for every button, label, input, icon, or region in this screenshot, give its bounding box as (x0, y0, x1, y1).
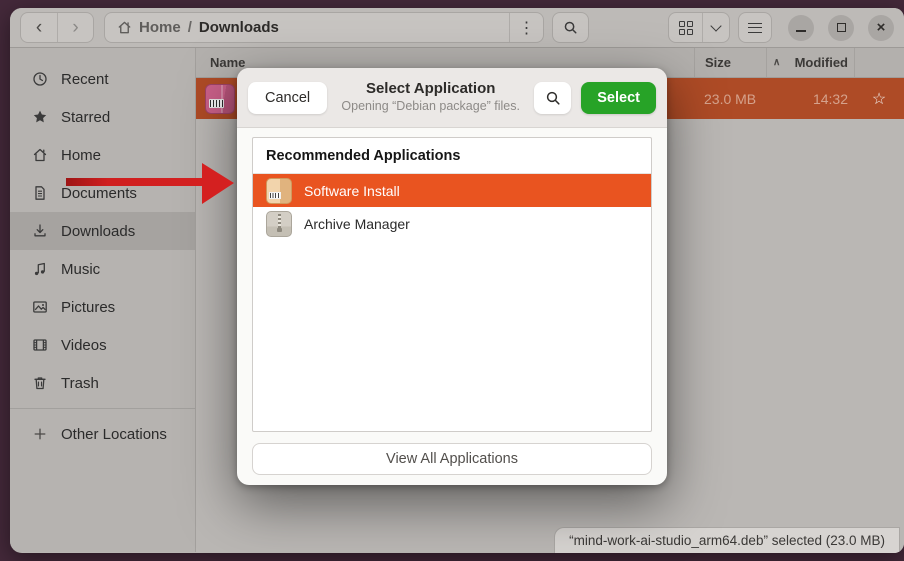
app-row-software-install[interactable]: Software Install (253, 174, 651, 207)
view-toggle-group (668, 12, 730, 43)
home-icon (117, 20, 132, 35)
dialog-header: Cancel Select Application Opening “Debia… (237, 68, 667, 128)
star-toggle[interactable]: ☆ (854, 78, 904, 119)
application-list-panel: Recommended Applications Software Instal… (252, 137, 652, 432)
document-icon (32, 185, 48, 201)
sidebar-item-music[interactable]: Music (10, 250, 195, 288)
sidebar-item-pictures[interactable]: Pictures (10, 288, 195, 326)
status-text: “mind-work-ai-studio_arm64.deb” selected… (569, 533, 885, 548)
clock-icon (32, 71, 48, 87)
close-icon: × (877, 20, 886, 35)
sidebar-item-videos[interactable]: Videos (10, 326, 195, 364)
dialog-subtitle: Opening “Debian package” files. (337, 99, 524, 115)
music-note-icon (32, 261, 48, 277)
column-header-modified-label: Modified (795, 55, 848, 70)
chevron-down-icon (711, 20, 722, 31)
sidebar-item-downloads[interactable]: Downloads (10, 212, 195, 250)
deb-package-icon (205, 84, 235, 114)
sidebar-item-label: Downloads (61, 223, 135, 240)
app-name-label: Software Install (304, 183, 400, 199)
cancel-button[interactable]: Cancel (248, 82, 327, 114)
column-header-star[interactable] (854, 48, 904, 77)
select-button[interactable]: Select (581, 82, 656, 114)
app-name-label: Archive Manager (304, 216, 410, 232)
sidebar-separator (10, 408, 195, 409)
search-icon (563, 20, 578, 35)
select-application-dialog: Cancel Select Application Opening “Debia… (237, 68, 667, 485)
forward-button[interactable]: › (57, 13, 93, 42)
back-button[interactable]: ‹ (21, 13, 57, 42)
home-icon (32, 147, 48, 163)
search-button[interactable] (553, 13, 588, 42)
grid-view-icon (679, 21, 693, 35)
breadcrumb-current[interactable]: Downloads (199, 19, 279, 36)
software-install-icon (266, 178, 292, 204)
status-bar: “mind-work-ai-studio_arm64.deb” selected… (554, 527, 900, 553)
red-annotation-arrow (64, 160, 236, 206)
dialog-title: Select Application (337, 80, 524, 99)
minimize-icon (796, 30, 806, 32)
sidebar-item-recent[interactable]: Recent (10, 60, 195, 98)
close-button[interactable]: × (868, 15, 894, 41)
grid-view-button[interactable] (669, 13, 702, 42)
picture-icon (32, 299, 48, 315)
view-all-applications-button[interactable]: View All Applications (252, 443, 652, 475)
path-bar[interactable]: Home / Downloads ⋮ (104, 12, 544, 43)
sidebar-item-label: Starred (61, 109, 110, 126)
menu-button-group (738, 12, 772, 43)
dialog-body: Recommended Applications Software Instal… (237, 128, 667, 475)
breadcrumb: Home / Downloads (117, 19, 509, 36)
sidebar-item-trash[interactable]: Trash (10, 364, 195, 402)
sidebar-item-other-locations[interactable]: Other Locations (10, 415, 195, 453)
sort-ascending-icon: ∧ (773, 57, 780, 68)
sidebar-item-label: Pictures (61, 299, 115, 316)
titlebar: ‹ › Home / Downloads ⋮ (10, 8, 904, 48)
archive-manager-icon (266, 211, 292, 237)
hamburger-icon (748, 23, 762, 33)
star-icon (32, 109, 48, 125)
sidebar-item-label: Videos (61, 337, 107, 354)
column-header-size[interactable]: Size (694, 48, 766, 77)
download-icon (32, 223, 48, 239)
search-icon (545, 90, 561, 106)
sidebar-item-label: Other Locations (61, 426, 167, 443)
plus-icon (32, 426, 48, 442)
sidebar-item-label: Music (61, 261, 100, 278)
breadcrumb-home[interactable]: Home (139, 19, 181, 36)
minimize-button[interactable] (788, 15, 814, 41)
kebab-icon: ⋮ (519, 18, 535, 38)
sidebar: Recent Starred Home Documents Downloads … (10, 48, 196, 552)
window-controls: × (788, 15, 894, 41)
titlebar-right-cluster: × (668, 12, 894, 43)
file-modified-cell: 14:32 (766, 78, 854, 119)
app-row-archive-manager[interactable]: Archive Manager (253, 207, 651, 240)
recommended-section-header: Recommended Applications (253, 138, 651, 174)
maximize-button[interactable] (828, 15, 854, 41)
film-icon (32, 337, 48, 353)
breadcrumb-separator: / (188, 19, 192, 36)
maximize-icon (837, 23, 846, 32)
file-size-cell: 23.0 MB (694, 78, 766, 119)
hamburger-menu-button[interactable] (739, 13, 771, 42)
search-button-group (552, 12, 589, 43)
dialog-search-button[interactable] (534, 82, 571, 114)
column-header-modified[interactable]: ∧ Modified (766, 48, 854, 77)
dialog-titles: Select Application Opening “Debian packa… (337, 80, 524, 114)
sidebar-item-starred[interactable]: Starred (10, 98, 195, 136)
sidebar-item-label: Recent (61, 71, 109, 88)
sidebar-item-label: Trash (61, 375, 99, 392)
view-options-button[interactable] (702, 13, 729, 42)
star-outline-icon: ☆ (872, 89, 886, 109)
path-menu-button[interactable]: ⋮ (509, 13, 543, 42)
trash-icon (32, 375, 48, 391)
navigation-buttons: ‹ › (20, 12, 94, 43)
